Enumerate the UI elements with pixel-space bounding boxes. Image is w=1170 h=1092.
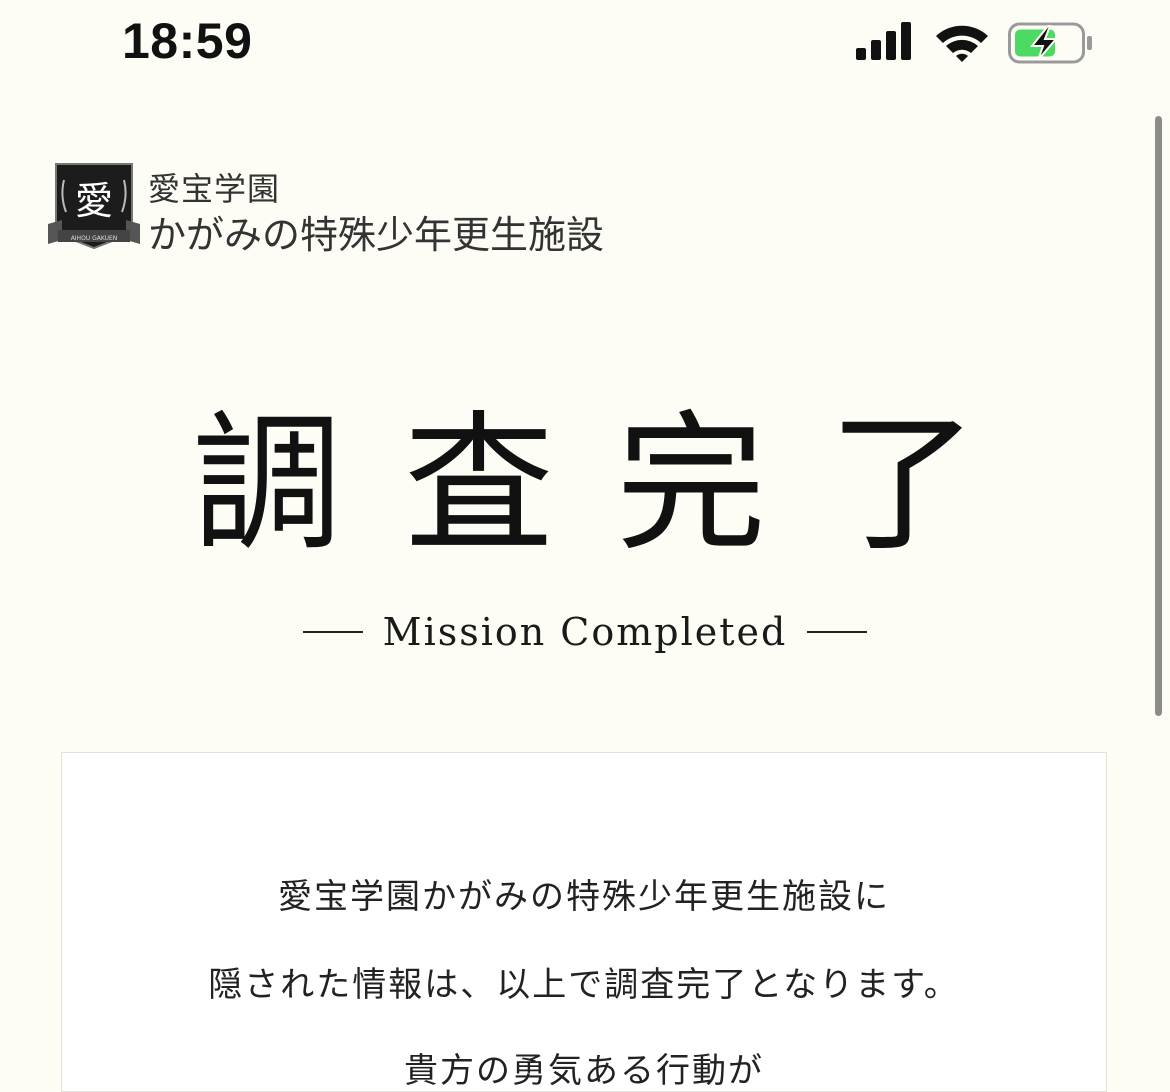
site-logo[interactable]: 愛 AIHOU GAKUEN 愛宝学園 かがみの特殊少年更生施設 (48, 160, 688, 260)
school-emblem-icon: 愛 AIHOU GAKUEN (48, 163, 140, 250)
subtitle-row: Mission Completed (0, 604, 1170, 660)
message-card: 愛宝学園かがみの特殊少年更生施設に 隠された情報は、以上で調査完了となります。 … (61, 752, 1107, 1092)
cellular-signal-icon (856, 22, 911, 60)
message-line: 隠された情報は、以上で調査完了となります。 (208, 965, 960, 1005)
battery-charging-icon (1008, 22, 1092, 64)
subtitle-rule-right (807, 631, 868, 633)
page-subtitle: Mission Completed (382, 610, 788, 654)
status-time: 18:59 (122, 13, 253, 69)
emblem-char: 愛 (75, 179, 113, 223)
status-bar: 18:59 (0, 0, 1170, 90)
wifi-icon (936, 25, 988, 62)
logo-facility-name: かがみの特殊少年更生施設 (148, 213, 605, 257)
page-title: 調査完了 (191, 398, 1040, 572)
emblem-caption: AIHOU GAKUEN (71, 235, 118, 242)
message-line: 愛宝学園かがみの特殊少年更生施設に (278, 877, 890, 917)
subtitle-rule-left (302, 631, 363, 633)
